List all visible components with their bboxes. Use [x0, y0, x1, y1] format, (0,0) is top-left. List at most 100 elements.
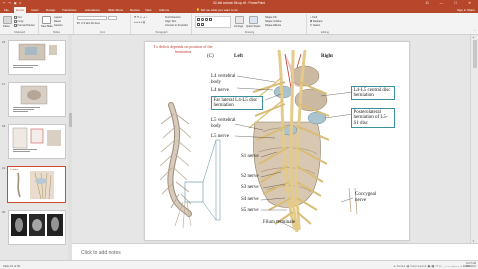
slide-caption: Tx deficit depends on position of the he…	[153, 44, 213, 54]
shape-effects-button[interactable]: Shape Effects	[265, 24, 281, 27]
l4-vertebral-body-label: L4 vertebral body	[211, 74, 236, 85]
tab-insert[interactable]: Insert	[31, 8, 39, 12]
lumbosacral-detail	[248, 49, 358, 233]
format-painter-button[interactable]: Format Painter	[14, 24, 35, 27]
slide-thumbnail-19[interactable]: Tx deficit	[7, 166, 66, 203]
account-share[interactable]: Sign in Share	[457, 8, 475, 12]
window-controls[interactable]: ⊡ — ☐ ✕	[426, 1, 476, 5]
replace-button[interactable]: ⇄ Replace	[310, 20, 322, 23]
thumb-number: 19	[2, 166, 6, 170]
find-label: Find	[312, 16, 318, 19]
triangle-shape-icon[interactable]	[209, 18, 212, 21]
smartart-button[interactable]: Convert to SmartArt	[165, 24, 188, 27]
shape-fill-button[interactable]: Shape Fill	[265, 16, 277, 19]
tab-animations[interactable]: Animations	[85, 8, 100, 12]
current-slide[interactable]: Tx deficit depends on position of the he…	[144, 41, 410, 241]
slide-thumbnail-16[interactable]	[8, 40, 66, 75]
view-buttons[interactable]: ≡ Notes ▤ Comments ▣ ▦ ▭ ▷	[394, 264, 442, 268]
tab-view[interactable]: View	[145, 8, 151, 12]
slide-scroll-thumb[interactable]	[473, 40, 477, 68]
arrange-icon[interactable]	[235, 16, 244, 24]
rounded-rect-shape-icon[interactable]	[205, 18, 208, 21]
notes-placeholder[interactable]: Click to add notes	[81, 250, 121, 256]
paragraph-group-label: Paragraph	[155, 31, 168, 34]
paste-icon[interactable]	[3, 16, 12, 24]
s3-nerve-label: S3 nerve	[241, 185, 259, 190]
quick-styles-icon[interactable]	[249, 16, 258, 24]
scroll-up-icon[interactable]: ▴	[473, 35, 475, 39]
star-shape-icon[interactable]	[201, 23, 204, 26]
thumbnail-text-lines	[13, 107, 41, 113]
l4-nerve-label: L4 nerve	[211, 88, 229, 93]
full-spine-figure	[159, 102, 192, 229]
tab-add-ins[interactable]: Add-ins	[159, 8, 169, 12]
s2-nerve-label: S2 nerve	[241, 174, 259, 179]
spinal-nerves-illustration	[159, 49, 358, 233]
slide-scrollbar[interactable]: ▴ ▾	[470, 35, 478, 243]
side-left-label: Left	[234, 54, 243, 59]
reset-button[interactable]: Reset	[54, 20, 61, 23]
font-size-dropdown[interactable]	[108, 16, 117, 20]
slide-thumbnail-17[interactable]	[8, 82, 66, 117]
posterolateral-herniation-label: Posterolateral herniation of L5-S1 disc	[351, 108, 395, 128]
thumbnail-19-figure	[17, 171, 54, 200]
slides-group-label: Slides	[52, 31, 61, 34]
shapes-gallery[interactable]	[195, 16, 231, 28]
align-text-button[interactable]: Align Text	[165, 20, 176, 23]
slide-thumbnails-pane: 16 17 18 19 Tx deficit 20	[0, 35, 72, 260]
thumbnail-19-caption: Tx deficit	[10, 169, 19, 171]
select-label: Select	[312, 24, 321, 27]
section-button[interactable]: Section	[54, 24, 63, 27]
thumbnail-text-lines	[13, 65, 41, 71]
coccygeal-nerve-label: Coccygeal nerve	[355, 192, 377, 203]
ribbon-tabs: File Home Insert Design Transitions Anim…	[0, 6, 478, 13]
slide-thumbnail-20[interactable]	[8, 210, 66, 245]
align-buttons[interactable]: ≡ ≡ ≡ ≡ ▥	[134, 21, 145, 24]
thumb-number: 17	[2, 82, 6, 86]
text-direction-button[interactable]: Text Direction	[165, 16, 181, 19]
ribbon: Paste Cut Copy Format Painter Clipboard …	[0, 13, 478, 35]
tab-slide-show[interactable]: Slide Show	[108, 8, 123, 12]
font-group-label: Font	[99, 31, 106, 34]
copy-button[interactable]: Copy	[14, 20, 24, 23]
slide-count: Slide 19 of 35	[3, 263, 21, 268]
format-painter-icon	[14, 24, 17, 27]
shape-outline-button[interactable]: Shape Outline	[265, 20, 281, 23]
quick-styles-button[interactable]: Quick Styles	[246, 25, 260, 28]
tell-me-label: Tell me what you want to do	[200, 8, 238, 12]
side-right-label: Right	[321, 54, 333, 59]
font-format-buttons[interactable]: B I U S abc AV Aa A	[77, 22, 100, 25]
tab-file[interactable]: File	[4, 8, 9, 12]
arrange-button[interactable]: Arrange	[234, 25, 243, 28]
tab-transitions[interactable]: Transitions	[62, 8, 77, 12]
tell-me-search[interactable]: 💡 Tell me what you want to do	[196, 8, 238, 12]
tab-design[interactable]: Design	[46, 8, 55, 12]
select-button[interactable]: ⇱ Select	[310, 24, 320, 27]
copy-icon	[14, 20, 17, 23]
font-name-dropdown[interactable]	[77, 16, 107, 20]
l5-nerve-label: L5 nerve	[211, 134, 229, 139]
paste-button[interactable]: Paste	[3, 25, 10, 28]
cut-button[interactable]: Cut	[14, 16, 22, 19]
rectangle-shape-icon[interactable]	[197, 18, 200, 21]
new-slide-button[interactable]: New Slide	[41, 25, 53, 28]
oval-shape-icon[interactable]	[201, 18, 204, 21]
central-herniation-label: L4-L5 central disc herniation	[351, 86, 395, 100]
find-button[interactable]: ⌕ Find	[310, 16, 317, 19]
replace-label: Replace	[312, 20, 323, 23]
collapse-ribbon-icon[interactable]: ⌃	[473, 29, 476, 33]
layout-button[interactable]: Layout	[54, 16, 62, 19]
window-title: 02-Intl column 8b up.rtf - PowerPoint	[213, 1, 265, 5]
list-buttons[interactable]: ☰ ☷ ⇤ ⇥ ↕	[134, 16, 147, 19]
filum-terminale-label: Filum terminale	[263, 220, 296, 225]
new-slide-icon[interactable]	[42, 16, 51, 24]
tab-review[interactable]: Review	[130, 8, 140, 12]
arrow-shape-icon[interactable]	[197, 23, 200, 26]
thumb-number: 18	[2, 124, 6, 128]
slide-thumbnail-18[interactable]	[8, 124, 66, 159]
notes-pane[interactable]: Click to add notes	[72, 243, 478, 260]
paragraph-group: ☰ ☷ ⇤ ⇥ ↕ ≡ ≡ ≡ ≡ ▥ Text Direction Align…	[132, 14, 192, 34]
far-lateral-herniation-label: Far lateral L4-L5 disc herniation	[211, 96, 263, 110]
font-group: B I U S abc AV Aa A Font	[75, 14, 131, 34]
thumbnail-text-lines	[13, 149, 41, 155]
